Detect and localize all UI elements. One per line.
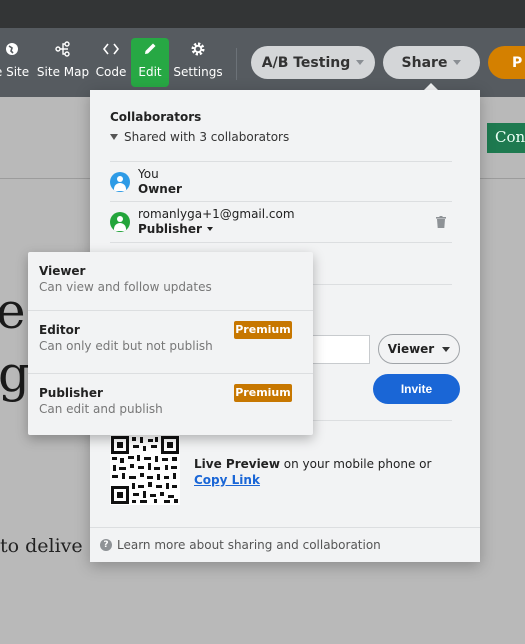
premium-badge: Premium — [234, 384, 292, 402]
ab-testing-button[interactable]: A/B Testing — [251, 46, 375, 79]
sitemap-icon — [36, 38, 90, 60]
canvas-heading-fragment: g — [0, 345, 31, 403]
tool-view-site[interactable]: e Site — [0, 38, 32, 88]
role-option-desc: Can edit and publish — [39, 402, 163, 416]
share-label: Share — [401, 54, 448, 71]
live-preview-label: Live Preview — [194, 457, 280, 471]
collaborators-toggle[interactable]: Shared with 3 collaborators — [110, 130, 289, 144]
user-avatar-icon — [110, 172, 130, 192]
collaborator-name: romanlyga+1@gmail.com — [138, 207, 295, 221]
live-preview-desc: on your mobile phone or — [279, 457, 432, 471]
collaborator-row: You Owner — [110, 162, 452, 202]
publish-button[interactable]: P — [488, 46, 525, 79]
divider — [110, 242, 452, 243]
role-option-title: Viewer — [39, 264, 86, 278]
collaborator-row: romanlyga+1@gmail.com Publisher — [110, 202, 452, 242]
toolbar-divider — [236, 48, 237, 80]
caret-down-icon — [442, 346, 451, 352]
collaborator-role-dropdown[interactable]: Publisher — [138, 222, 213, 236]
tool-site-map[interactable]: Site Map — [36, 38, 90, 88]
collaborator-role: Owner — [138, 182, 182, 196]
caret-down-icon — [453, 60, 462, 65]
invite-button[interactable]: Invite — [373, 374, 460, 404]
tool-edit[interactable]: Edit — [131, 38, 169, 87]
tool-label: Settings — [173, 65, 223, 79]
collaborators-count: Shared with 3 collaborators — [124, 130, 290, 144]
help-icon: ? — [100, 539, 112, 551]
role-option-editor[interactable]: Editor Premium Can only edit but not pub… — [28, 311, 313, 372]
copy-link[interactable]: Copy Link — [194, 473, 260, 487]
canvas-body-text: to delive — [0, 535, 83, 557]
ab-testing-label: A/B Testing — [261, 54, 351, 71]
role-option-desc: Can view and follow updates — [39, 280, 212, 294]
share-panel-footer: ? Learn more about sharing and collabora… — [90, 527, 480, 562]
tool-label: Edit — [138, 65, 162, 79]
publish-label: P — [512, 54, 523, 71]
collaborators-title: Collaborators — [110, 110, 202, 124]
share-button[interactable]: Share — [383, 46, 480, 79]
collaborator-name: You — [138, 167, 159, 181]
window-top-strip — [0, 0, 525, 28]
role-option-viewer[interactable]: Viewer Can view and follow updates — [28, 252, 313, 313]
gear-icon — [172, 38, 224, 60]
tool-code[interactable]: Code — [94, 38, 128, 88]
role-option-desc: Can only edit but not publish — [39, 339, 213, 353]
canvas-cta-button[interactable]: Con — [487, 123, 525, 153]
tool-label: Code — [95, 65, 127, 79]
invite-role-select[interactable]: Viewer — [378, 334, 460, 364]
role-dropdown-menu: Viewer Can view and follow updates Edito… — [28, 252, 313, 435]
tool-label: e Site — [0, 65, 30, 79]
role-option-publisher[interactable]: Publisher Premium Can edit and publish — [28, 374, 313, 435]
qr-code-icon — [110, 435, 180, 505]
globe-icon — [0, 38, 32, 60]
tool-settings[interactable]: Settings — [172, 38, 224, 88]
tool-label: Site Map — [36, 65, 90, 79]
triangle-down-icon — [110, 134, 118, 140]
canvas-heading-fragment: e — [0, 282, 26, 340]
code-icon — [94, 38, 128, 60]
caret-down-icon — [356, 60, 365, 65]
caret-down-icon — [206, 227, 213, 231]
premium-badge: Premium — [234, 321, 292, 339]
role-option-title: Editor — [39, 323, 80, 337]
trash-icon[interactable] — [436, 216, 446, 228]
pencil-icon — [131, 38, 169, 60]
role-select-value: Viewer — [387, 342, 435, 356]
role-option-title: Publisher — [39, 386, 103, 400]
learn-more-link[interactable]: Learn more about sharing and collaborati… — [117, 538, 381, 552]
live-preview-text: Live Preview on your mobile phone or Cop… — [194, 456, 434, 488]
user-avatar-icon — [110, 212, 130, 232]
